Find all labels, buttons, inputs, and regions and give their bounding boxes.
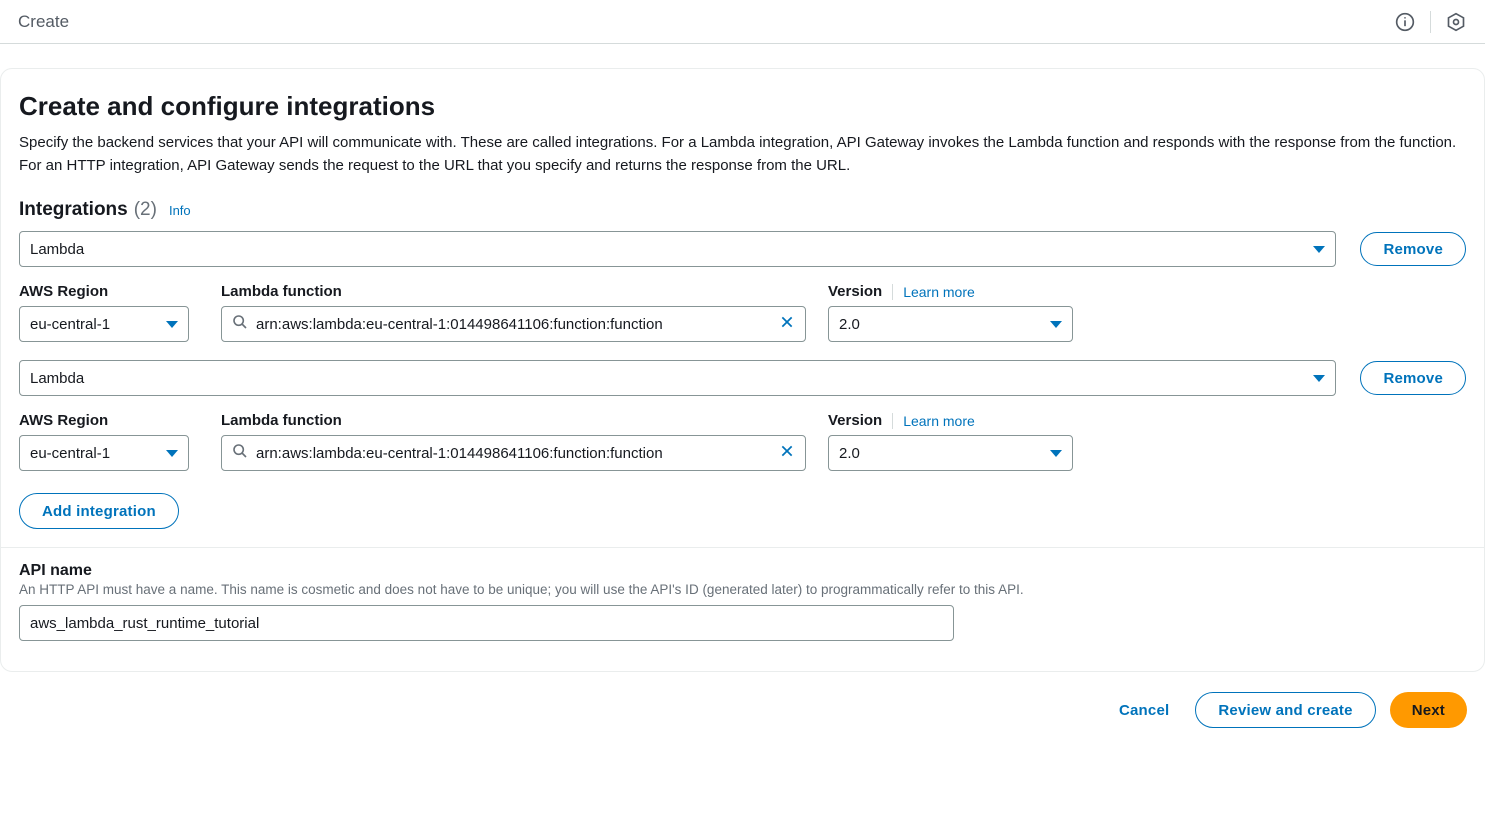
aws-region-value: eu-central-1 xyxy=(30,316,110,333)
integrations-count: (2) xyxy=(134,199,157,221)
lambda-function-label: Lambda function xyxy=(221,412,806,429)
search-icon xyxy=(232,314,248,334)
caret-down-icon xyxy=(166,450,178,457)
search-icon xyxy=(232,443,248,463)
integration-type-value: Lambda xyxy=(30,241,84,258)
integration-type-select[interactable]: Lambda xyxy=(19,360,1336,396)
divider xyxy=(892,284,893,300)
caret-down-icon xyxy=(1050,321,1062,328)
divider xyxy=(892,413,893,429)
top-header: Create xyxy=(0,0,1485,44)
page-title: Create and configure integrations xyxy=(19,91,1466,122)
learn-more-link[interactable]: Learn more xyxy=(903,413,975,429)
version-label: Version xyxy=(828,412,882,429)
version-value: 2.0 xyxy=(839,316,860,333)
top-icons xyxy=(1394,11,1467,33)
lambda-function-label: Lambda function xyxy=(221,283,806,300)
api-name-input[interactable]: aws_lambda_rust_runtime_tutorial xyxy=(19,605,954,641)
info-icon[interactable] xyxy=(1394,11,1416,33)
cancel-button[interactable]: Cancel xyxy=(1107,692,1181,728)
main-panel: Create and configure integrations Specif… xyxy=(0,68,1485,672)
learn-more-link[interactable]: Learn more xyxy=(903,284,975,300)
integration-block: Lambda Remove AWS Region eu-central-1 xyxy=(19,231,1466,342)
integration-type-value: Lambda xyxy=(30,370,84,387)
version-label: Version xyxy=(828,283,882,300)
api-name-value: aws_lambda_rust_runtime_tutorial xyxy=(30,615,943,632)
aws-region-label: AWS Region xyxy=(19,412,199,429)
api-name-label: API name xyxy=(19,562,92,579)
caret-down-icon xyxy=(166,321,178,328)
clear-icon[interactable] xyxy=(779,443,795,463)
lambda-function-input[interactable]: arn:aws:lambda:eu-central-1:014498641106… xyxy=(221,435,806,471)
cancel-label: Cancel xyxy=(1119,702,1169,719)
integrations-header: Integrations (2) Info xyxy=(19,199,1466,221)
caret-down-icon xyxy=(1313,375,1325,382)
integration-fields-row: AWS Region eu-central-1 Lambda function … xyxy=(19,283,1466,342)
page-description: Specify the backend services that your A… xyxy=(19,132,1466,177)
remove-label: Remove xyxy=(1383,241,1443,258)
clear-icon[interactable] xyxy=(779,314,795,334)
version-select[interactable]: 2.0 xyxy=(828,435,1073,471)
footer-actions: Cancel Review and create Next xyxy=(0,672,1485,738)
integration-type-row: Lambda Remove xyxy=(19,360,1466,396)
info-link[interactable]: Info xyxy=(169,203,191,218)
remove-label: Remove xyxy=(1383,370,1443,387)
integration-type-select[interactable]: Lambda xyxy=(19,231,1336,267)
add-integration-button[interactable]: Add integration xyxy=(19,493,179,529)
lambda-function-value: arn:aws:lambda:eu-central-1:014498641106… xyxy=(256,316,771,333)
breadcrumb: Create xyxy=(18,12,69,32)
review-label: Review and create xyxy=(1218,702,1352,719)
api-name-section: API name An HTTP API must have a name. T… xyxy=(1,547,1484,641)
remove-button[interactable]: Remove xyxy=(1360,361,1466,395)
integration-fields-row: AWS Region eu-central-1 Lambda function … xyxy=(19,412,1466,471)
lambda-function-value: arn:aws:lambda:eu-central-1:014498641106… xyxy=(256,445,771,462)
next-button[interactable]: Next xyxy=(1390,692,1467,728)
aws-region-select[interactable]: eu-central-1 xyxy=(19,435,189,471)
aws-region-value: eu-central-1 xyxy=(30,445,110,462)
settings-hex-icon[interactable] xyxy=(1445,11,1467,33)
review-and-create-button[interactable]: Review and create xyxy=(1195,692,1375,728)
add-integration-label: Add integration xyxy=(42,503,156,520)
divider xyxy=(1430,11,1431,33)
lambda-function-input[interactable]: arn:aws:lambda:eu-central-1:014498641106… xyxy=(221,306,806,342)
caret-down-icon xyxy=(1313,246,1325,253)
next-label: Next xyxy=(1412,702,1445,719)
version-value: 2.0 xyxy=(839,445,860,462)
version-select[interactable]: 2.0 xyxy=(828,306,1073,342)
integrations-label: Integrations xyxy=(19,199,128,221)
aws-region-select[interactable]: eu-central-1 xyxy=(19,306,189,342)
api-name-description: An HTTP API must have a name. This name … xyxy=(19,582,1466,597)
caret-down-icon xyxy=(1050,450,1062,457)
integration-block: Lambda Remove AWS Region eu-central-1 xyxy=(19,360,1466,471)
remove-button[interactable]: Remove xyxy=(1360,232,1466,266)
integration-type-row: Lambda Remove xyxy=(19,231,1466,267)
aws-region-label: AWS Region xyxy=(19,283,199,300)
